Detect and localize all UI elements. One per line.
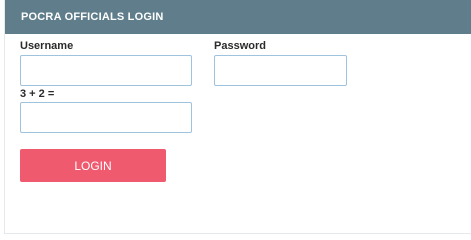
panel-title: POCRA OFFICIALS LOGIN <box>21 11 164 23</box>
captcha-answer-input[interactable] <box>20 102 192 133</box>
login-panel: POCRA OFFICIALS LOGIN Username Password … <box>4 0 471 234</box>
login-button[interactable]: LOGIN <box>20 149 166 182</box>
username-label: Username <box>20 40 74 52</box>
captcha-question-label: 3 + 2 = <box>20 88 55 100</box>
username-input[interactable] <box>20 55 192 86</box>
password-input[interactable] <box>214 55 347 86</box>
password-label: Password <box>214 40 266 52</box>
login-panel-header: POCRA OFFICIALS LOGIN <box>5 0 471 34</box>
